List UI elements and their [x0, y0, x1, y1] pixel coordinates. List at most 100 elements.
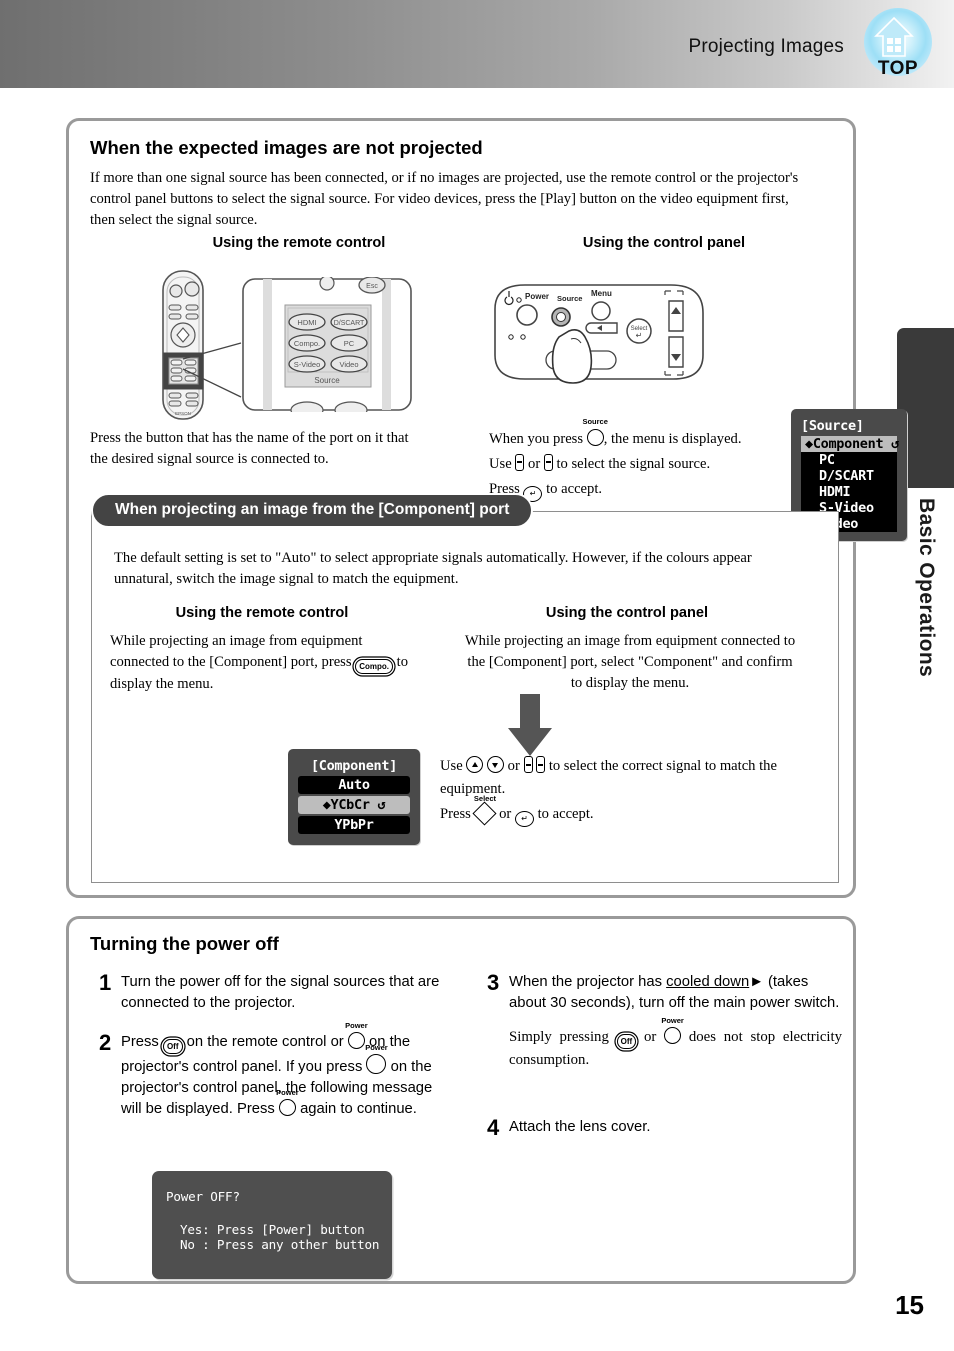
glossary-arrow-icon: ►: [749, 974, 764, 990]
step-2: 2 Press Off on the remote control or Pow…: [99, 1021, 449, 1120]
osd-component-item-auto[interactable]: Auto: [298, 776, 410, 794]
caption-remote-control: Press the button that has the name of th…: [90, 430, 409, 468]
svg-text:Power: Power: [525, 292, 549, 301]
off-button-glyph[interactable]: Off: [162, 1039, 183, 1054]
osd-component-item-ycbcr[interactable]: ◆YCbCr ↺: [298, 796, 410, 814]
step-2-text-2: on the remote control or: [186, 1034, 344, 1050]
step-3: 3 When the projector has cooled down► (t…: [487, 970, 842, 1072]
osd-component-item-ypbpr[interactable]: YPbPr: [298, 816, 410, 834]
step-4: 4 Attach the lens cover.: [487, 1115, 827, 1140]
comp-instr-b: or: [507, 758, 520, 774]
power-button-glyph-4[interactable]: Power: [661, 1016, 684, 1049]
step-2-number: 2: [99, 1030, 112, 1055]
power-button-glyph-3[interactable]: Power: [276, 1088, 299, 1120]
caption-line2-b: or: [528, 455, 541, 472]
step-1: 1 Turn the power off for the signal sour…: [99, 970, 459, 1014]
compo-button-glyph[interactable]: Compo.: [355, 659, 393, 675]
caption-control-panel: When you press Source, the menu is displ…: [489, 417, 829, 502]
step-3-text-1: When the projector has: [509, 974, 662, 990]
subhead-control-panel: Using the control panel: [582, 235, 746, 251]
right-arrow-button-glyph[interactable]: [543, 453, 553, 471]
osd-component-menu: [Component] Auto ◆YCbCr ↺ YPbPr: [288, 749, 420, 845]
svg-text:D/SCART: D/SCART: [334, 320, 365, 327]
left-arrow-button-glyph[interactable]: [515, 453, 525, 471]
glossary-link-cooled-down[interactable]: cooled down: [666, 974, 749, 990]
power-button-glyph-2[interactable]: Power: [365, 1043, 388, 1078]
comp-instr-f: to accept.: [537, 806, 594, 823]
component-right-instructions: While projecting an image from equipment…: [464, 633, 796, 692]
side-tab-label-wrap: Basic Operations: [902, 498, 950, 728]
section-intro-text: If more than one signal source has been …: [90, 170, 799, 229]
remote-zoom-illustration: Esc HDMI D/SCART Compo. PC S-Video Video…: [242, 277, 412, 412]
down-arrow-button-glyph[interactable]: [487, 756, 505, 773]
caption-line1-a: When you press: [489, 431, 584, 447]
component-box-tab-title: When projecting an image from the [Compo…: [91, 493, 534, 528]
enter-button-glyph-2[interactable]: ↵: [514, 811, 534, 828]
comp-instr-d: Press: [440, 806, 471, 823]
right-arrow-button-glyph-2[interactable]: [536, 756, 546, 773]
component-select-instructions: Use or to select the correct signal to m…: [440, 755, 800, 829]
svg-text:PC: PC: [344, 339, 355, 348]
caption-line1-b: , the menu is displayed.: [603, 431, 742, 447]
page-number: 15: [895, 1290, 924, 1320]
step-3-number: 3: [487, 970, 500, 995]
off-button-glyph-2[interactable]: Off: [616, 1034, 637, 1049]
section-heading-expected-images: When the expected images are not project…: [90, 137, 483, 158]
osd-component-rows: Auto ◆YCbCr ↺ YPbPr: [298, 776, 410, 834]
section-heading-power-off: Turning the power off: [90, 933, 279, 954]
svg-text:EPSON: EPSON: [175, 411, 191, 416]
subhead-remote-control: Using the remote control: [212, 235, 386, 251]
callout-lines: [182, 342, 242, 398]
caption-line3-b: to accept.: [546, 480, 603, 497]
dialog-line-1: Power OFF?: [166, 1189, 240, 1204]
step-2-text-5: Press: [236, 1101, 275, 1117]
osd-component-title: [Component]: [310, 758, 398, 774]
top-badge-label: TOP: [877, 58, 919, 79]
step-3-note: Simply pressing Off or Power does not st…: [509, 1016, 842, 1072]
step-1-text: Turn the power off for the signal source…: [121, 974, 440, 1011]
step-4-number: 4: [487, 1115, 500, 1140]
step-3-note-b: or: [643, 1029, 657, 1045]
svg-text:Esc: Esc: [366, 283, 378, 290]
svg-text:Source: Source: [557, 294, 582, 303]
svg-text:HDMI: HDMI: [297, 318, 316, 327]
component-left-instructions: While projecting an image from equipment…: [110, 631, 422, 695]
step-3-note-a: Simply pressing: [509, 1029, 609, 1045]
caption-line2-c: to select the signal source.: [556, 455, 711, 472]
component-intro-text: The default setting is set to "Auto" to …: [114, 550, 752, 588]
power-off-dialog: Power OFF? Yes: Press [Power] button No …: [152, 1171, 392, 1279]
comp-instr-e: or: [499, 806, 512, 823]
step-1-number: 1: [99, 970, 112, 995]
power-button-glyph-1[interactable]: Power: [345, 1021, 368, 1053]
caption-line2-a: Use: [489, 455, 512, 472]
control-panel-illustration: Power Source Menu Select ↵: [494, 284, 704, 384]
left-arrow-button-glyph-2[interactable]: [523, 756, 533, 773]
step-4-text: Attach the lens cover.: [509, 1119, 651, 1135]
panel-turning-power-off: Turning the power off 1 Turn the power o…: [66, 916, 856, 1284]
header-title: Projecting Images: [688, 36, 844, 57]
side-tab-label: Basic Operations: [915, 498, 938, 678]
house-icon: [874, 16, 914, 57]
component-port-box: When projecting an image from the [Compo…: [91, 493, 839, 883]
step-2-text-6: again to continue.: [300, 1101, 417, 1117]
dialog-line-3: No : Press any other button: [180, 1237, 380, 1252]
up-arrow-button-glyph[interactable]: [466, 756, 484, 773]
select-diamond-button-glyph[interactable]: Select: [472, 794, 497, 829]
component-subhead-remote: Using the remote control: [175, 605, 349, 621]
dialog-line-2: Yes: Press [Power] button: [180, 1222, 365, 1237]
comp-instr-a: Use: [440, 758, 463, 774]
source-button-glyph[interactable]: Source: [582, 417, 608, 452]
step-2-text-1: Press: [121, 1034, 159, 1050]
component-left-text-a: While projecting an image from equipment…: [110, 633, 363, 671]
panel-expected-images: When the expected images are not project…: [66, 118, 907, 898]
svg-text:Video: Video: [339, 360, 358, 369]
page-header: Projecting Images TOP: [0, 0, 954, 88]
component-subhead-panel: Using the control panel: [545, 605, 709, 621]
svg-text:Source: Source: [314, 376, 340, 385]
svg-text:Menu: Menu: [591, 289, 612, 298]
svg-text:S-Video: S-Video: [294, 360, 321, 369]
svg-text:Compo.: Compo.: [294, 339, 320, 348]
svg-text:↵: ↵: [636, 331, 643, 340]
down-arrow-icon: [508, 694, 552, 756]
top-badge[interactable]: TOP: [860, 8, 936, 86]
